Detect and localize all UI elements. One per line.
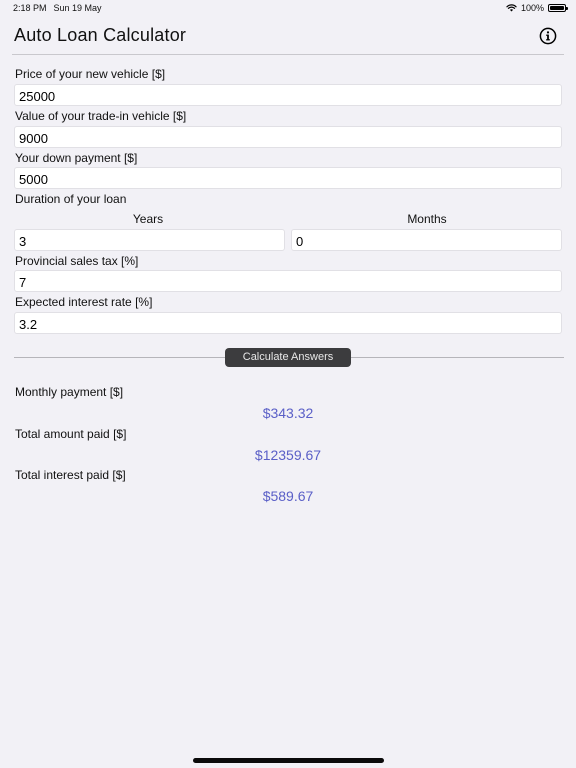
trade-in-input[interactable] bbox=[14, 126, 562, 148]
calculate-answers-button[interactable]: Calculate Answers bbox=[225, 348, 351, 367]
down-payment-input[interactable] bbox=[14, 167, 562, 189]
sales-tax-label: Provincial sales tax [%] bbox=[15, 254, 139, 268]
info-circle-icon bbox=[539, 27, 557, 45]
status-left: 2:18 PM Sun 19 May bbox=[13, 3, 102, 13]
monthly-payment-value: $343.32 bbox=[262, 405, 314, 421]
battery-icon bbox=[548, 4, 568, 12]
page-title: Auto Loan Calculator bbox=[14, 25, 187, 45]
info-button[interactable] bbox=[539, 27, 557, 45]
price-input[interactable] bbox=[14, 84, 562, 106]
nav-bar: Auto Loan Calculator bbox=[0, 18, 576, 54]
monthly-payment-label: Monthly payment [$] bbox=[15, 385, 124, 399]
total-amount-value: $12359.67 bbox=[254, 447, 322, 463]
sales-tax-input[interactable] bbox=[14, 270, 562, 292]
years-label: Years bbox=[132, 212, 164, 226]
status-time: 2:18 PM bbox=[13, 3, 47, 13]
total-interest-label: Total interest paid [$] bbox=[15, 468, 126, 482]
interest-rate-label: Expected interest rate [%] bbox=[15, 295, 153, 309]
trade-in-label: Value of your trade-in vehicle [$] bbox=[15, 109, 187, 123]
wifi-icon bbox=[506, 4, 517, 12]
total-amount-label: Total amount paid [$] bbox=[15, 427, 127, 441]
months-input[interactable] bbox=[291, 229, 562, 251]
status-date: Sun 19 May bbox=[53, 3, 102, 13]
nav-divider bbox=[12, 54, 564, 55]
total-interest-value: $589.67 bbox=[262, 488, 314, 504]
years-input[interactable] bbox=[14, 229, 285, 251]
down-payment-label: Your down payment [$] bbox=[15, 151, 138, 165]
months-label: Months bbox=[407, 212, 447, 226]
duration-label: Duration of your loan bbox=[15, 192, 127, 206]
status-right: 100% bbox=[506, 3, 568, 13]
status-bar: 2:18 PM Sun 19 May 100% bbox=[0, 0, 576, 16]
home-indicator[interactable] bbox=[193, 758, 384, 763]
interest-rate-input[interactable] bbox=[14, 312, 562, 334]
price-label: Price of your new vehicle [$] bbox=[15, 67, 166, 81]
battery-percent: 100% bbox=[520, 3, 544, 13]
